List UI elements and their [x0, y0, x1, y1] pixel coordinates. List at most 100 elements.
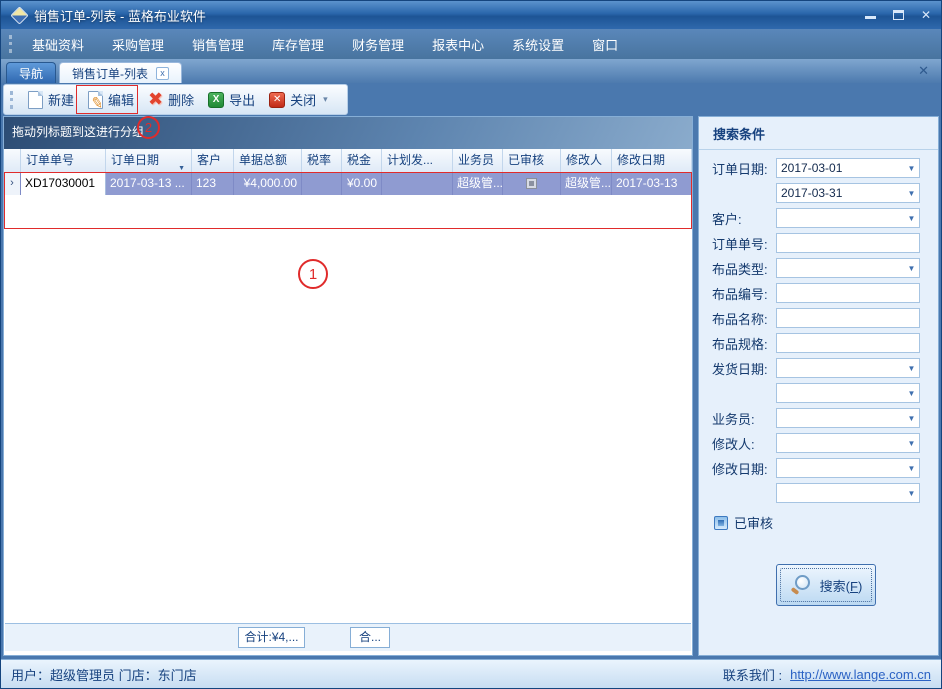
col-salesman[interactable]: 业务员	[453, 149, 503, 172]
col-tax-rate[interactable]: 税率	[302, 149, 342, 172]
cell-modifier: 超级管...	[561, 173, 612, 195]
col-order-date[interactable]: 订单日期 ▼	[106, 149, 192, 172]
search-icon	[790, 574, 812, 596]
close-window-button[interactable]: ✕	[921, 9, 931, 21]
chevron-down-icon[interactable]: ▼	[905, 433, 918, 453]
search-row-modifier: 修改人: ▼	[712, 433, 938, 453]
title-bar: 销售订单-列表 - 蓝格布业软件 ✕	[1, 1, 941, 29]
search-row-order-no: 订单单号:	[712, 233, 938, 253]
search-row-modified-date-from: 修改日期: ▼	[712, 458, 938, 478]
delivery-date-from-input[interactable]	[776, 358, 920, 378]
close-tab-button[interactable]: ✕ 关闭 ▾	[262, 87, 335, 112]
tab-sales-order-list[interactable]: 销售订单-列表 x	[59, 62, 182, 83]
chevron-down-icon[interactable]: ▼	[905, 208, 918, 228]
approved-checkbox[interactable]	[526, 178, 537, 189]
menu-item-purchase[interactable]: 采购管理	[98, 30, 178, 59]
order-date-to-input[interactable]	[776, 183, 920, 203]
col-approved[interactable]: 已审核	[503, 149, 561, 172]
new-page-icon	[28, 91, 43, 109]
chevron-down-icon[interactable]: ▼	[905, 383, 918, 403]
cell-order-date: 2017-03-13 ...	[106, 173, 192, 195]
group-by-panel[interactable]: 拖动列标题到这进行分组	[4, 117, 692, 149]
chevron-down-icon[interactable]: ▼	[905, 358, 918, 378]
minimize-button[interactable]	[865, 16, 876, 19]
app-window: 销售订单-列表 - 蓝格布业软件 ✕ 基础资料 采购管理 销售管理 库存管理 财…	[0, 0, 942, 689]
chevron-down-icon[interactable]: ▼	[905, 258, 918, 278]
summary-tax: 合...	[350, 627, 390, 648]
search-row-salesman: 业务员: ▼	[712, 408, 938, 428]
cell-customer: 123	[192, 173, 234, 195]
fabric-type-input[interactable]	[776, 258, 920, 278]
toolbar: 新建 ✎ 编辑 ✖ 删除 X 导出 ✕ 关闭 ▾	[3, 84, 348, 115]
col-indicator	[4, 149, 21, 172]
search-row-delivery-date-to: ▼	[712, 383, 938, 403]
modifier-input[interactable]	[776, 433, 920, 453]
maximize-button[interactable]	[893, 10, 904, 20]
order-date-from-input[interactable]	[776, 158, 920, 178]
menu-item-sales[interactable]: 销售管理	[178, 30, 258, 59]
col-tax[interactable]: 税金	[342, 149, 382, 172]
chevron-down-icon[interactable]: ▾	[323, 94, 328, 105]
chevron-down-icon[interactable]: ▼	[905, 458, 918, 478]
summary-total: 合计:¥4,...	[238, 627, 305, 648]
orders-grid: 拖动列标题到这进行分组 订单单号 订单日期 ▼ 客户 单据总额 税率 税金 计划…	[3, 116, 693, 656]
delete-button[interactable]: ✖ 删除	[141, 86, 201, 113]
col-customer[interactable]: 客户	[192, 149, 234, 172]
menu-item-window[interactable]: 窗口	[578, 30, 632, 59]
fabric-spec-input[interactable]	[776, 333, 920, 353]
window-title: 销售订单-列表 - 蓝格布业软件	[34, 6, 206, 25]
search-row-delivery-date-from: 发货日期: ▼	[712, 358, 938, 378]
order-no-input[interactable]	[776, 233, 920, 253]
export-button[interactable]: X 导出	[201, 87, 262, 112]
cell-tax: ¥0.00	[342, 173, 382, 195]
app-logo-icon	[10, 6, 28, 24]
menu-item-inventory[interactable]: 库存管理	[258, 30, 338, 59]
cell-salesman: 超级管...	[453, 173, 503, 195]
search-button[interactable]: 搜索(F)	[776, 564, 876, 606]
website-link[interactable]: http://www.lange.com.cn	[790, 667, 931, 682]
fabric-no-input[interactable]	[776, 283, 920, 303]
tabbar-close-icon[interactable]: ✕	[918, 63, 929, 79]
search-row-fabric-name: 布品名称:	[712, 308, 938, 328]
approved-filter-label: 已审核	[734, 513, 773, 532]
search-row-fabric-spec: 布品规格:	[712, 333, 938, 353]
menu-item-reports[interactable]: 报表中心	[418, 30, 498, 59]
modified-date-from-input[interactable]	[776, 458, 920, 478]
col-total[interactable]: 单据总额	[234, 149, 302, 172]
col-order-no[interactable]: 订单单号	[21, 149, 106, 172]
tab-navigation[interactable]: 导航	[6, 62, 56, 83]
chevron-down-icon[interactable]: ▼	[905, 158, 918, 178]
excel-export-icon: X	[208, 92, 224, 108]
table-row-selected[interactable]: › XD17030001 2017-03-13 ... 123 ¥4,000.0…	[4, 173, 692, 195]
col-planned-delivery[interactable]: 计划发...	[382, 149, 453, 172]
menu-grip-handle[interactable]	[9, 35, 12, 53]
col-modifier[interactable]: 修改人	[561, 149, 612, 172]
delivery-date-to-input[interactable]	[776, 383, 920, 403]
chevron-down-icon[interactable]: ▼	[905, 483, 918, 503]
customer-input[interactable]	[776, 208, 920, 228]
menu-item-base-data[interactable]: 基础资料	[18, 30, 98, 59]
close-box-icon: ✕	[269, 92, 285, 108]
sort-desc-icon: ▼	[178, 157, 185, 172]
edit-button[interactable]: ✎ 编辑	[81, 87, 141, 112]
search-row-fabric-no: 布品编号:	[712, 283, 938, 303]
new-button[interactable]: 新建	[21, 87, 81, 112]
status-user-store: 用户：超级管理员 门店：东门店	[11, 665, 197, 684]
approved-filter-checkbox[interactable]	[714, 516, 728, 530]
edit-page-icon: ✎	[88, 91, 103, 109]
col-modified-date[interactable]: 修改日期	[612, 149, 692, 172]
search-row-order-date-to: ▼	[712, 183, 938, 203]
delete-x-icon: ✖	[148, 89, 163, 110]
menu-item-finance[interactable]: 财务管理	[338, 30, 418, 59]
approved-filter-row: 已审核	[714, 513, 938, 532]
chevron-down-icon[interactable]: ▼	[905, 183, 918, 203]
tab-close-icon[interactable]: x	[156, 67, 169, 80]
fabric-name-input[interactable]	[776, 308, 920, 328]
chevron-down-icon[interactable]: ▼	[905, 408, 918, 428]
salesman-input[interactable]	[776, 408, 920, 428]
menu-item-settings[interactable]: 系统设置	[498, 30, 578, 59]
modified-date-to-input[interactable]	[776, 483, 920, 503]
toolbar-grip-handle[interactable]	[10, 91, 13, 109]
grid-summary-row: 合计:¥4,... 合...	[5, 623, 691, 651]
cell-approved	[503, 173, 561, 195]
